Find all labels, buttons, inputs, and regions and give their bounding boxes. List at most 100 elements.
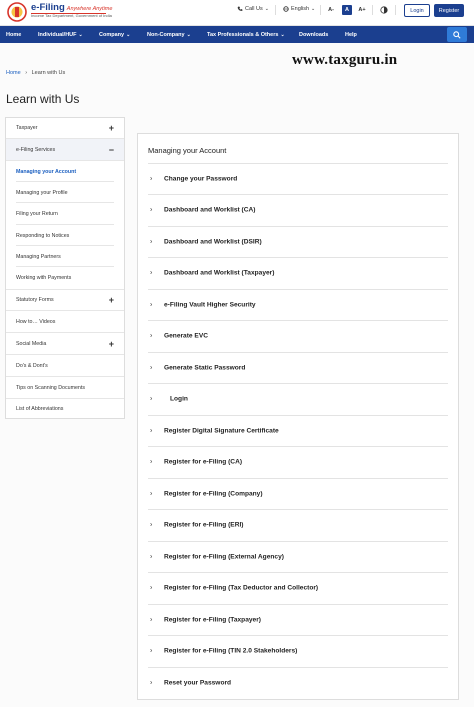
search-button[interactable] (447, 27, 467, 42)
plus-icon: + (108, 338, 114, 349)
top-bar: e-Filing Anywhere Anytime Income Tax Depa… (0, 0, 474, 26)
section-title: Managing your Account (148, 146, 227, 155)
call-us-label: Call Us (245, 6, 263, 12)
page-title: Learn with Us (6, 92, 80, 106)
accordion-item-label: Register for e-Filing (Taxpayer) (164, 616, 261, 624)
chevron-right-icon: › (150, 647, 153, 655)
sidebar-item-dos-donts[interactable]: Do's & Dont's (6, 355, 124, 377)
accordion-item-label: Register for e-Filing (Tax Deductor and … (164, 584, 319, 592)
accordion-item-login[interactable]: › Login (148, 383, 448, 414)
accordion-item-label: Generate EVC (164, 332, 208, 340)
register-button[interactable]: Register (434, 4, 464, 17)
accordion-item-label: Generate Static Password (164, 364, 246, 372)
chevron-down-icon: ⌄ (78, 31, 83, 38)
font-normal-button[interactable]: A (342, 5, 352, 15)
nav-company[interactable]: Company ⌄ (99, 26, 130, 43)
sidebar-item-label: Social Media (16, 340, 47, 347)
accordion-item-label: Reset your Password (164, 679, 232, 687)
breadcrumb-current: Learn with Us (31, 70, 66, 76)
accordion-item-label: Register for e-Filing (External Agency) (164, 553, 284, 561)
accordion-item-register-tin2[interactable]: › Register for e-Filing (TIN 2.0 Stakehol… (148, 635, 448, 666)
chevron-right-icon: › (150, 521, 153, 529)
accordion-item-dashboard-dsir[interactable]: › Dashboard and Worklist (DSIR) (148, 226, 448, 257)
phone-icon (237, 6, 243, 11)
accordion-item-efiling-vault[interactable]: › e-Filing Vault Higher Security (148, 289, 448, 320)
sidebar-subitem-working-payments[interactable]: Working with Payments (6, 267, 124, 289)
accordion-item-label: Dashboard and Worklist (CA) (164, 206, 256, 214)
sidebar-item-label: Taxpayer (16, 125, 38, 131)
accordion-item-register-tax-deductor[interactable]: › Register for e-Filing (Tax Deductor and… (148, 572, 448, 603)
sidebar-item-how-to-videos[interactable]: How to… Videos (6, 311, 124, 333)
sidebar-subitem-managing-account[interactable]: Managing your Account (6, 161, 124, 182)
sidebar-subitem-responding-notices[interactable]: Responding to Notices (6, 225, 124, 246)
accordion-item-reset-password[interactable]: › Reset your Password (148, 667, 448, 698)
accordion-item-label: Change your Password (164, 175, 238, 183)
sidebar-item-efiling-services[interactable]: e-Filing Services − (6, 139, 124, 161)
font-increase-button[interactable]: A+ (357, 5, 367, 15)
nav-downloads[interactable]: Downloads (299, 26, 328, 43)
sidebar-item-taxpayer[interactable]: Taxpayer + (6, 118, 124, 139)
sidebar-item-label: Statutory Forms (16, 297, 54, 303)
sidebar-item-label: List of Abbreviations (16, 405, 64, 412)
sidebar-item-label: Tips on Scanning Documents (16, 384, 85, 391)
sidebar-item-tips-scanning[interactable]: Tips on Scanning Documents (6, 377, 124, 399)
divider (395, 5, 396, 15)
sidebar-item-label: Filing your Return (16, 211, 58, 217)
chevron-right-icon: › (150, 584, 153, 592)
nav-non-company[interactable]: Non-Company ⌄ (147, 26, 191, 43)
nav-home[interactable]: Home (6, 26, 21, 43)
accordion-item-generate-evc[interactable]: › Generate EVC (148, 320, 448, 351)
accordion-item-register-ca[interactable]: › Register for e-Filing (CA) (148, 446, 448, 477)
accordion-item-dashboard-taxpayer[interactable]: › Dashboard and Worklist (Taxpayer) (148, 257, 448, 288)
search-icon (453, 30, 461, 39)
chevron-down-icon: ⌄ (264, 6, 269, 12)
breadcrumb-home[interactable]: Home (6, 70, 21, 76)
accordion-item-label: Register for e-Filing (TIN 2.0 Stakehold… (164, 647, 298, 655)
accordion-item-register-taxpayer[interactable]: › Register for e-Filing (Taxpayer) (148, 604, 448, 635)
accordion-item-dashboard-ca[interactable]: › Dashboard and Worklist (CA) (148, 194, 448, 225)
chevron-down-icon: ⌄ (311, 6, 316, 12)
call-us-link[interactable]: Call Us ⌄ (237, 6, 269, 12)
chevron-right-icon: › (150, 490, 153, 498)
logo-title: e-Filing Anywhere Anytime (31, 2, 113, 13)
font-decrease-button[interactable]: A- (326, 5, 336, 15)
plus-icon: + (108, 123, 114, 133)
breadcrumb-separator: › (25, 70, 28, 76)
efiling-logo[interactable]: e-Filing Anywhere Anytime Income Tax Depa… (6, 2, 112, 24)
chevron-right-icon: › (150, 206, 153, 214)
chevron-right-icon: › (150, 458, 153, 466)
accordion-item-register-eri[interactable]: › Register for e-Filing (ERI) (148, 509, 448, 540)
sidebar-item-statutory-forms[interactable]: Statutory Forms + (6, 289, 124, 311)
accordion-item-register-dsc[interactable]: › Register Digital Signature Certificate (148, 415, 448, 446)
language-selector[interactable]: English ⌄ (283, 6, 315, 12)
sidebar-subitem-filing-return[interactable]: Filing your Return (6, 203, 124, 225)
sidebar-item-social-media[interactable]: Social Media + (6, 333, 124, 355)
main-panel: Managing your Account › Change your Passw… (137, 133, 459, 700)
logo-tagline: Anywhere Anytime (66, 6, 113, 12)
chevron-right-icon: › (150, 553, 153, 561)
sidebar-item-label: Managing your Account (16, 168, 77, 175)
accordion-item-label: Register for e-Filing (CA) (164, 458, 243, 466)
chevron-right-icon: › (150, 269, 153, 277)
accordion-item-generate-static-password[interactable]: › Generate Static Password (148, 352, 448, 383)
nav-tax-professionals[interactable]: Tax Professionals & Others ⌄ (207, 26, 285, 43)
accordion-item-register-external-agency[interactable]: › Register for e-Filing (External Agency) (148, 541, 448, 572)
accordion-item-register-company[interactable]: › Register for e-Filing (Company) (148, 478, 448, 509)
nav-help[interactable]: Help (345, 26, 357, 43)
contrast-icon[interactable] (380, 6, 388, 14)
sidebar-subitem-managing-partners[interactable]: Managing Partners (6, 246, 124, 267)
accordion-item-change-password[interactable]: › Change your Password (148, 163, 448, 194)
sidebar-item-abbreviations[interactable]: List of Abbreviations (6, 399, 124, 418)
sidebar-item-label: Responding to Notices (16, 232, 70, 239)
login-button[interactable]: Login (404, 4, 430, 17)
accordion-item-label: Login (170, 395, 188, 403)
watermark: www.taxguru.in (292, 52, 398, 68)
sidebar-subitem-managing-profile[interactable]: Managing your Profile (6, 182, 124, 203)
chevron-right-icon: › (150, 395, 153, 403)
chevron-down-icon: ⌄ (126, 31, 131, 38)
accordion-item-label: Register for e-Filing (ERI) (164, 521, 244, 529)
nav-individual-huf[interactable]: Individual/HUF ⌄ (38, 26, 83, 43)
divider (320, 5, 321, 15)
accordion-item-label: Register Digital Signature Certificate (164, 427, 279, 435)
chevron-right-icon: › (150, 427, 153, 435)
